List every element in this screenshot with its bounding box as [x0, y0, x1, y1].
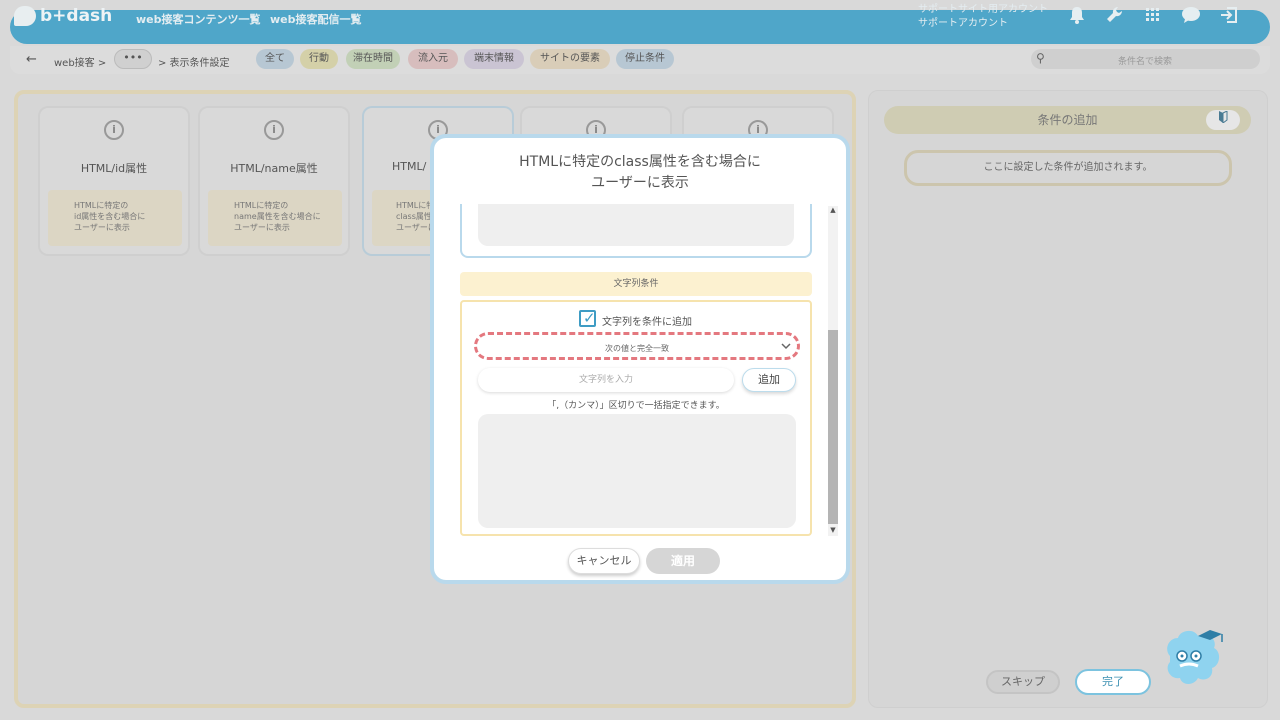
previous-textarea[interactable]: [478, 204, 794, 246]
apply-button[interactable]: 適用: [646, 548, 720, 574]
mascot-helper-icon[interactable]: [1160, 626, 1228, 690]
info-icon[interactable]: i: [104, 120, 124, 140]
card-title: HTML/id属性: [80, 162, 148, 175]
string-condition-section: ✓ 文字列を条件に追加 次の値と完全一致 文字列を入力 追加 「,（カンマ）」区…: [460, 300, 812, 536]
logo-mark-icon: [14, 6, 36, 26]
grid-icon[interactable]: [1142, 6, 1164, 28]
filter-chip-behavior[interactable]: 行動: [300, 49, 338, 69]
nav-content-list[interactable]: web接客コンテンツ一覧: [136, 11, 261, 27]
breadcrumb-more-button[interactable]: •••: [114, 49, 152, 69]
modal-title-line2: ユーザーに表示: [591, 175, 689, 191]
checkmark-icon: ✓: [583, 309, 596, 327]
card-title: HTML/name属性: [230, 162, 318, 175]
search-placeholder: 条件名で検索: [1118, 57, 1173, 67]
chevron-down-icon: [781, 340, 791, 353]
string-list-area[interactable]: [478, 414, 796, 528]
match-type-value: 次の値と完全一致: [605, 344, 669, 353]
chat-icon[interactable]: [1180, 6, 1202, 28]
modal-scrollbar-thumb[interactable]: [828, 330, 838, 524]
logout-icon[interactable]: [1218, 6, 1240, 28]
comma-hint: 「,（カンマ）」区切りで一括指定できます。: [547, 401, 725, 411]
string-input[interactable]: 文字列を入力: [478, 368, 734, 392]
filter-chip-all[interactable]: 全て: [256, 49, 294, 69]
match-type-select[interactable]: 次の値と完全一致: [474, 332, 800, 360]
logo[interactable]: b+dash: [14, 6, 112, 26]
filter-chip-site-element[interactable]: サイトの要素: [530, 49, 610, 69]
account-name: サポートアカウント: [918, 18, 1008, 29]
account-site: サポートサイト用アカウント: [918, 4, 1048, 15]
account-info[interactable]: サポートサイト用アカウント サポートアカウント: [918, 3, 1048, 31]
filter-chip-stay-time[interactable]: 滞在時間: [346, 49, 400, 69]
scroll-up-arrow-icon[interactable]: ▲: [828, 206, 838, 214]
condition-card-html-id[interactable]: i HTML/id属性 HTMLに特定の id属性を含む場合に ユーザーに表示: [40, 108, 188, 254]
filter-chip-device[interactable]: 端末情報: [464, 49, 524, 69]
string-condition-header: 文字列条件: [460, 272, 812, 296]
beginner-mark-icon[interactable]: [1206, 110, 1240, 130]
condition-drop-area: ここに設定した条件が追加されます。: [904, 150, 1232, 186]
cancel-button[interactable]: キャンセル: [568, 548, 640, 574]
add-string-checkbox-label[interactable]: 文字列を条件に追加: [602, 313, 692, 328]
scroll-down-arrow-icon[interactable]: ▼: [828, 526, 838, 534]
skip-button[interactable]: スキップ: [986, 670, 1060, 694]
condition-card-html-name[interactable]: i HTML/name属性 HTMLに特定の name属性を含む場合に ユーザー…: [200, 108, 348, 254]
nav-delivery-list[interactable]: web接客配信一覧: [270, 11, 362, 27]
breadcrumb-root[interactable]: web接客 >: [54, 54, 106, 69]
info-icon[interactable]: i: [264, 120, 284, 140]
add-string-checkbox[interactable]: ✓: [579, 309, 596, 327]
add-condition-header: 条件の追加: [884, 106, 1251, 134]
previous-section: [460, 204, 812, 258]
filter-chip-referrer[interactable]: 流入元: [408, 49, 458, 69]
modal-title: HTMLに特定のclass属性を含む場合に ユーザーに表示: [434, 152, 846, 194]
search-icon: ⚲: [1036, 51, 1045, 65]
condition-modal: HTMLに特定のclass属性を含む場合に ユーザーに表示 文字列条件 ✓ 文字…: [430, 134, 850, 584]
wrench-icon[interactable]: [1104, 6, 1126, 28]
modal-title-line1: HTMLに特定のclass属性を含む場合に: [519, 154, 761, 170]
done-button[interactable]: 完了: [1075, 669, 1151, 695]
card-description: HTMLに特定の id属性を含む場合に ユーザーに表示: [48, 190, 182, 246]
filter-chip-stop-condition[interactable]: 停止条件: [616, 49, 674, 69]
back-arrow-icon[interactable]: ←: [26, 52, 37, 67]
add-string-button[interactable]: 追加: [742, 368, 796, 392]
logo-text: b+dash: [40, 6, 113, 26]
card-description: HTMLに特定の name属性を含む場合に ユーザーに表示: [208, 190, 342, 246]
bell-icon[interactable]: [1066, 6, 1088, 28]
breadcrumb-current: > 表示条件設定: [158, 58, 230, 69]
modal-scroll-area[interactable]: 文字列条件 ✓ 文字列を条件に追加 次の値と完全一致 文字列を入力 追加 「,（…: [460, 204, 834, 536]
